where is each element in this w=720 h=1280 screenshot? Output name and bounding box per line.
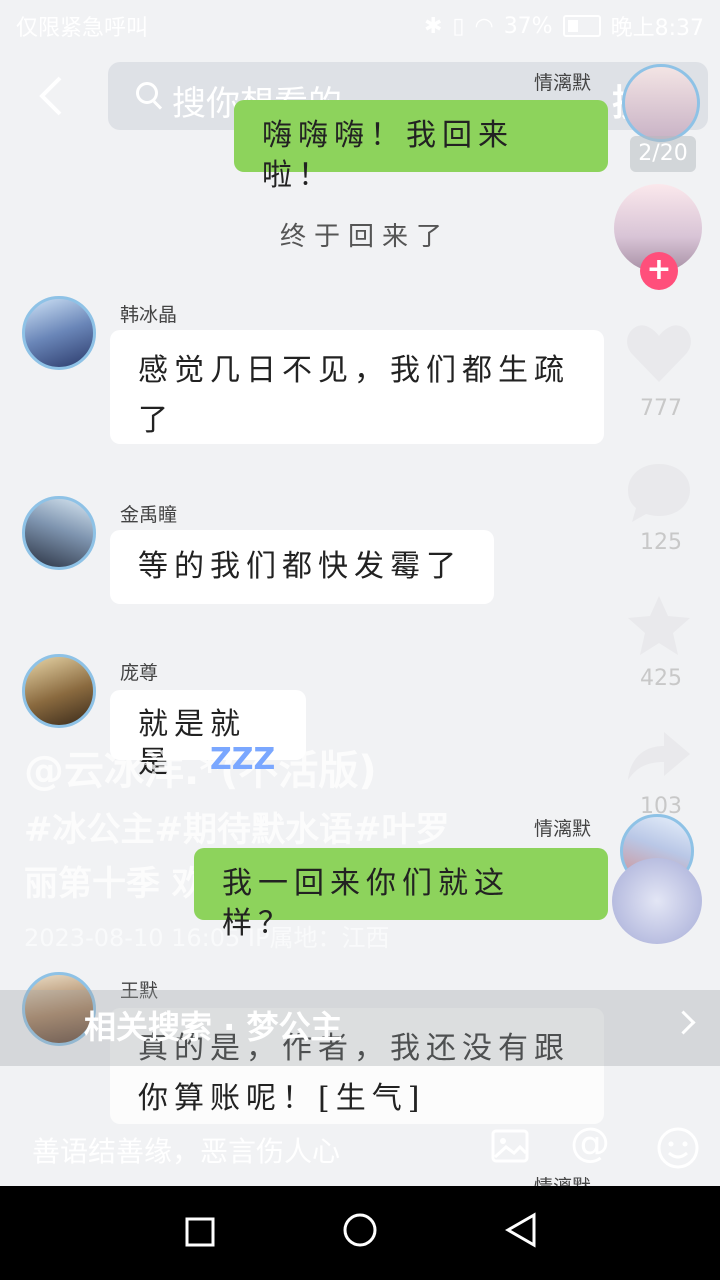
heart-icon[interactable] [624,320,694,386]
sender-name: 韩冰晶 [120,304,178,326]
chat-bubble: 等的我们都快发霉了 [110,530,494,604]
related-search-text: 相关搜索 · 梦公主 [84,1008,343,1046]
comment-bar: 善语结善缘，恶言伤人心 @ [0,1110,720,1186]
sender-name: 金禹瞳 [120,504,178,526]
chat-bubble: 嗨嗨嗨！我回来啦！ [234,100,608,193]
mention-icon[interactable]: @ [570,1120,610,1166]
chat-bubble-line: 感觉几日不见，我们都生疏 [138,353,570,388]
follow-plus-icon[interactable]: + [640,252,678,290]
status-time: 晚上8:37 [610,16,704,41]
battery-icon [562,15,601,37]
post-tags-line1[interactable]: #冰公主#期待默水语#叶罗 [24,802,449,851]
related-search-bar[interactable]: 相关搜索 · 梦公主 [0,990,720,1066]
sender-name: 庞尊 [120,662,159,684]
bluetooth-icon: ✱ [423,13,443,39]
post-author[interactable]: @云冰洋.*(不活版) [24,738,377,796]
likes-count: 777 [640,396,682,421]
home-icon[interactable] [342,1212,378,1248]
image-icon[interactable] [490,1126,530,1166]
search-icon [136,82,158,104]
comment-icon[interactable] [624,460,694,526]
comment-input[interactable]: 善语结善缘，恶言伤人心 [32,1130,340,1170]
back-nav-icon[interactable] [504,1212,538,1248]
vibrate-icon: ▯ [452,13,465,39]
avatar[interactable] [22,654,96,728]
battery-percent: 37% [503,13,553,39]
comments-count: 125 [640,530,682,555]
chat-system-note: 终于回来了 [280,222,451,252]
post-meta: 2023-08-10 16:05 IP属地：江西 [24,924,390,952]
back-arrow-icon[interactable] [34,74,70,118]
chat-bubble-line: 了 [138,403,174,438]
chat-bubble: 感觉几日不见，我们都生疏 了 [110,330,604,444]
wifi-icon: ◠ [474,13,494,39]
music-disc[interactable] [612,858,702,944]
system-nav-bar [0,1186,720,1280]
avatar[interactable] [622,64,700,142]
favorites-count: 425 [640,666,682,691]
star-icon[interactable] [626,594,692,658]
page-indicator: 2/20 [630,136,696,172]
recent-apps-icon[interactable] [184,1216,216,1248]
sleep-emoji-icon: ZZZ [210,742,276,777]
status-carrier-text: 仅限紧急呼叫 [16,16,149,41]
status-icons: ✱ ▯ ◠ 37% 晚上8:37 [424,10,704,42]
emoji-icon[interactable] [656,1126,700,1170]
share-icon[interactable] [626,728,692,784]
chevron-right-icon [671,1010,696,1035]
shares-count: 103 [640,794,682,819]
sender-name: 情漓默 [534,72,592,94]
sender-name: 情漓默 [534,818,592,840]
status-bar: 仅限紧急呼叫 ✱ ▯ ◠ 37% 晚上8:37 [0,0,720,48]
avatar[interactable] [22,496,96,570]
avatar[interactable] [22,296,96,370]
chat-bubble: 我一回来你们就这样？ [194,848,608,941]
